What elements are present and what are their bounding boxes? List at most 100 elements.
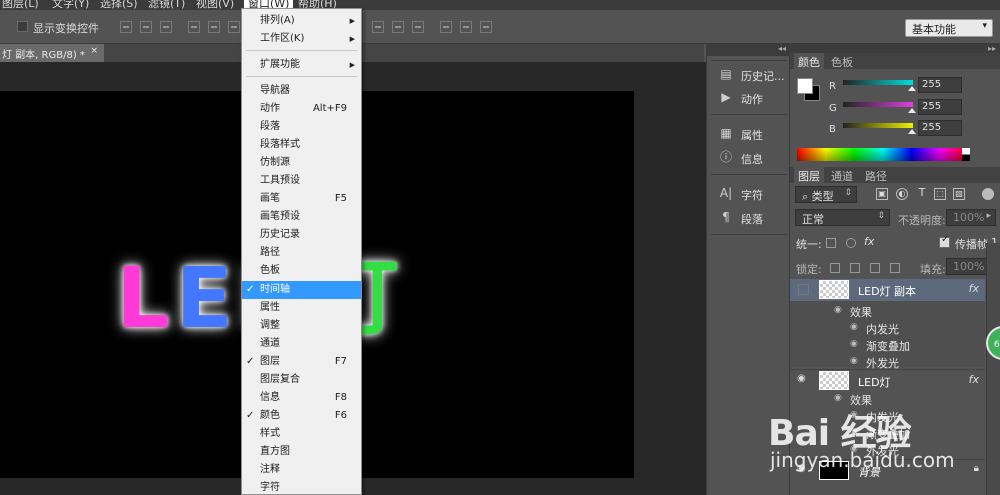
- channel-r-slider[interactable]: [843, 80, 913, 85]
- menu-item[interactable]: 段落样式: [242, 136, 361, 154]
- menu-item[interactable]: 样式: [242, 425, 361, 443]
- menu-select[interactable]: 选择(S): [100, 0, 138, 10]
- dock-collapse-icon[interactable]: ◂◂: [706, 44, 790, 56]
- menu-item[interactable]: 调整: [242, 317, 361, 335]
- dock-item-actions[interactable]: ▶ 动作: [717, 88, 789, 108]
- channel-g-thumb[interactable]: [908, 108, 916, 113]
- filter-adjustment-icon[interactable]: ◐: [896, 188, 908, 200]
- align-top-icon[interactable]: [120, 21, 132, 33]
- show-transform-checkbox[interactable]: [17, 21, 28, 32]
- align-bottom-icon[interactable]: [160, 21, 172, 33]
- dock-item-properties[interactable]: ▦ 属性: [717, 124, 789, 144]
- fx-icon[interactable]: fx: [969, 373, 979, 386]
- layer-filter-select[interactable]: ⌕ 类型 ⇕: [795, 186, 857, 203]
- menu-item[interactable]: 直方图: [242, 443, 361, 461]
- effects-group[interactable]: ◉ 效果: [834, 304, 872, 321]
- layer-name[interactable]: LED灯 副本: [858, 283, 916, 299]
- distribute-hcenter-icon[interactable]: [460, 21, 472, 33]
- dock-item-info[interactable]: ⓘ 信息: [717, 148, 789, 168]
- channel-r-thumb[interactable]: [908, 86, 916, 91]
- menu-item[interactable]: 属性: [242, 299, 361, 317]
- menu-item[interactable]: 字符: [242, 479, 361, 495]
- menu-item[interactable]: 图层复合: [242, 371, 361, 389]
- tab-paths[interactable]: 路径: [861, 167, 891, 183]
- lock-position-icon[interactable]: [870, 263, 880, 273]
- eye-icon[interactable]: ◉: [850, 356, 858, 366]
- effect-inner-glow[interactable]: ◉ 内发光: [850, 321, 899, 338]
- menu-item[interactable]: 历史记录: [242, 226, 361, 244]
- align-left-icon[interactable]: [188, 21, 200, 33]
- menu-item[interactable]: 排列(A) ▶: [242, 12, 361, 30]
- dock-item-character[interactable]: A| 字符: [717, 184, 789, 204]
- menu-item[interactable]: 色板: [242, 262, 361, 280]
- tab-layers[interactable]: 图层: [794, 167, 824, 183]
- eye-icon[interactable]: ◉: [797, 373, 806, 384]
- color-spectrum-ramp[interactable]: [797, 148, 969, 161]
- workspace-select[interactable]: 基本功能 ▾: [905, 19, 993, 37]
- filter-type-icon[interactable]: T: [916, 187, 928, 200]
- menu-item[interactable]: 画笔 F5: [242, 190, 361, 208]
- eye-icon[interactable]: ◉: [850, 339, 858, 349]
- menu-item[interactable]: 工作区(K) ▶: [242, 30, 361, 48]
- layer-row-led[interactable]: ◉ LED灯 fx: [790, 369, 985, 391]
- tab-channels[interactable]: 通道: [827, 167, 857, 183]
- blend-mode-select[interactable]: 正常 ⇕: [795, 209, 890, 226]
- eye-icon[interactable]: ◉: [850, 322, 858, 332]
- eye-icon[interactable]: ◉: [834, 305, 842, 315]
- menu-item[interactable]: 动作 Alt+F9: [242, 100, 361, 118]
- menu-item[interactable]: 画笔预设: [242, 208, 361, 226]
- filter-pixel-icon[interactable]: ▣: [876, 188, 888, 200]
- dock-item-history[interactable]: ▤ 历史记...: [717, 65, 789, 85]
- unify-style-icon[interactable]: fx: [864, 235, 874, 248]
- lock-pixels-icon[interactable]: [850, 263, 860, 273]
- distribute-left-icon[interactable]: [440, 21, 452, 33]
- channel-r-value[interactable]: 255: [918, 77, 962, 93]
- menu-item[interactable]: 段落: [242, 118, 361, 136]
- lock-all-icon[interactable]: [890, 263, 900, 273]
- menu-item[interactable]: 导航器: [242, 82, 361, 100]
- channel-b-slider[interactable]: [843, 123, 913, 128]
- dock-item-paragraph[interactable]: ¶ 段落: [717, 208, 789, 228]
- menu-item[interactable]: ✓ 图层 F7: [242, 353, 361, 371]
- layer-name[interactable]: LED灯: [858, 374, 891, 390]
- distribute-right-icon[interactable]: [480, 21, 492, 33]
- align-hcenter-icon[interactable]: [208, 21, 220, 33]
- distribute-top-icon[interactable]: [372, 21, 384, 33]
- distribute-bottom-icon[interactable]: [412, 21, 424, 33]
- filter-toggle-icon[interactable]: [982, 188, 994, 200]
- tab-swatches[interactable]: 色板: [827, 53, 857, 69]
- unify-position-icon[interactable]: [826, 238, 836, 248]
- filter-smart-object-icon[interactable]: ▧: [953, 188, 965, 200]
- unify-visibility-icon[interactable]: [846, 238, 856, 248]
- distribute-vcenter-icon[interactable]: [392, 21, 404, 33]
- channel-b-thumb[interactable]: [908, 129, 916, 134]
- menu-item[interactable]: 扩展功能 ▶: [242, 56, 361, 74]
- menu-item[interactable]: ✓ 颜色 F6: [242, 407, 361, 425]
- menu-item[interactable]: 工具预设: [242, 172, 361, 190]
- filter-shape-icon[interactable]: ⬚: [934, 188, 946, 200]
- menu-item[interactable]: 仿制源: [242, 154, 361, 172]
- menu-item[interactable]: 信息 F8: [242, 389, 361, 407]
- channel-g-value[interactable]: 255: [918, 99, 962, 115]
- align-vcenter-icon[interactable]: [140, 21, 152, 33]
- menu-filter[interactable]: 滤镜(T): [148, 0, 185, 10]
- align-right-icon[interactable]: [228, 21, 240, 33]
- menu-type[interactable]: 文字(Y): [52, 0, 89, 10]
- channel-g-slider[interactable]: [843, 102, 913, 107]
- close-icon[interactable]: ×: [90, 46, 98, 56]
- fx-icon[interactable]: fx: [969, 282, 979, 295]
- menu-item[interactable]: 注释: [242, 461, 361, 479]
- menu-layer[interactable]: 图层(L): [2, 0, 39, 10]
- menu-item[interactable]: ✓ 时间轴: [242, 281, 361, 299]
- effect-gradient-overlay[interactable]: ◉ 渐变叠加: [850, 338, 910, 355]
- lock-transparent-icon[interactable]: [830, 263, 840, 273]
- document-tab[interactable]: 灯 副本, RGB/8) * ×: [0, 44, 104, 62]
- black-white-swatch[interactable]: [962, 148, 970, 161]
- tab-color[interactable]: 颜色: [794, 53, 824, 69]
- panels-collapse-icon[interactable]: ▸▸: [790, 44, 1000, 53]
- channel-b-value[interactable]: 255: [918, 120, 962, 136]
- foreground-color-swatch[interactable]: [797, 78, 813, 94]
- visibility-toggle[interactable]: [798, 284, 809, 295]
- menu-view[interactable]: 视图(V): [196, 0, 234, 10]
- menu-item[interactable]: 通道: [242, 335, 361, 353]
